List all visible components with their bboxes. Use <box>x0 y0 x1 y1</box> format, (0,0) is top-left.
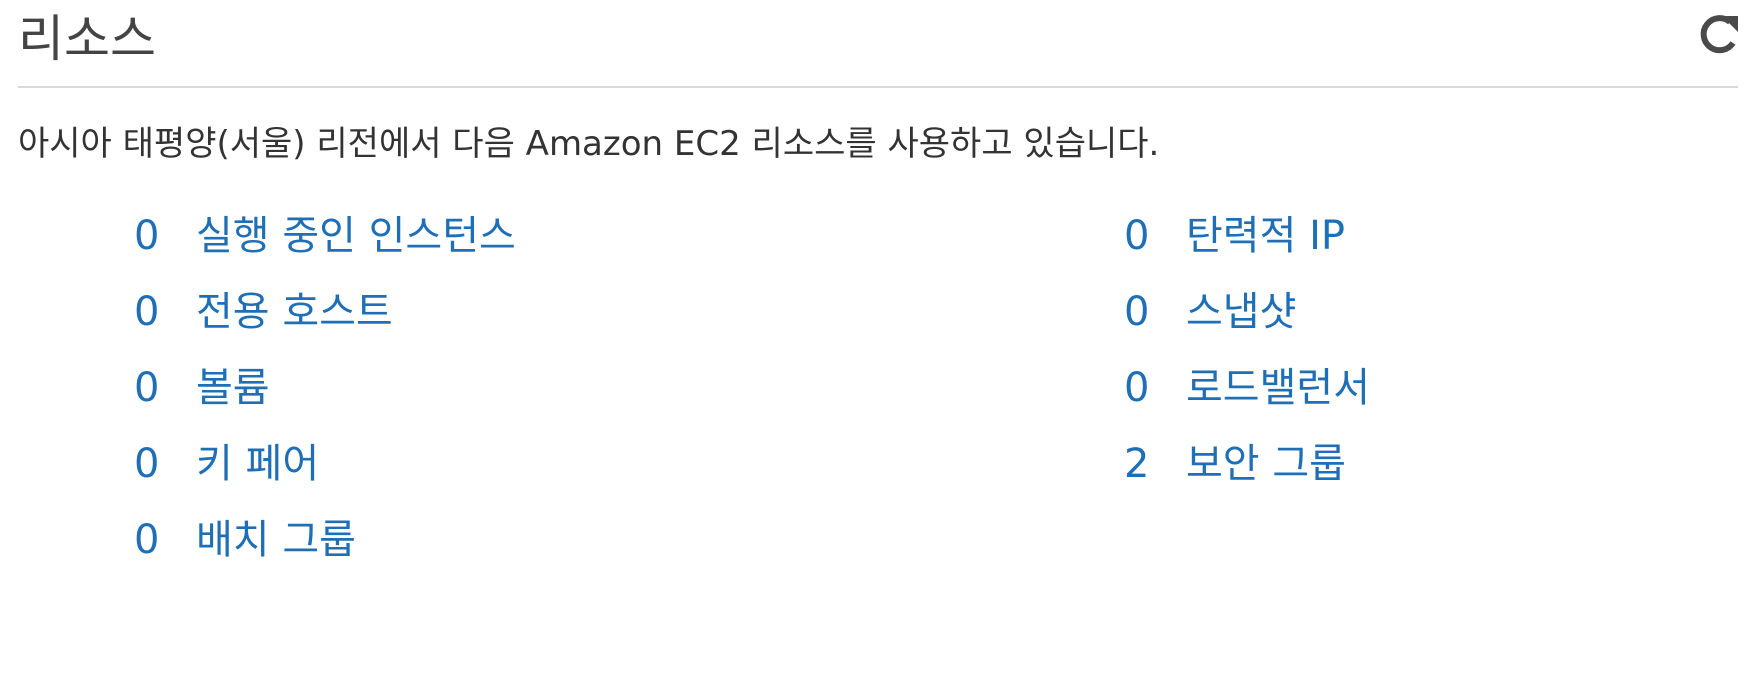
resource-link-placement-groups[interactable]: 0 배치 그룹 <box>114 515 516 591</box>
resource-label: 탄력적 IP <box>1186 213 1346 259</box>
resource-link-snapshots[interactable]: 0 스냅샷 <box>1104 287 1370 363</box>
resource-count: 0 <box>1124 213 1150 259</box>
resources-panel: 리소스 아시아 태평양(서울) 리전에서 다음 Amazon EC2 리소스를 … <box>18 0 1738 698</box>
resource-label: 실행 중인 인스턴스 <box>196 213 516 259</box>
resource-count: 0 <box>134 365 160 411</box>
resource-count: 0 <box>134 517 160 563</box>
resource-label: 스냅샷 <box>1186 289 1297 335</box>
resource-link-elastic-ips[interactable]: 0 탄력적 IP <box>1104 211 1370 287</box>
resource-link-security-groups[interactable]: 2 보안 그룹 <box>1104 439 1370 515</box>
refresh-icon <box>1700 15 1738 54</box>
resource-link-running-instances[interactable]: 0 실행 중인 인스턴스 <box>114 211 516 287</box>
resource-label: 키 페어 <box>196 441 320 487</box>
region-description: 아시아 태평양(서울) 리전에서 다음 Amazon EC2 리소스를 사용하고… <box>18 124 1160 164</box>
resource-count: 0 <box>1124 365 1150 411</box>
panel-title: 리소스 <box>18 10 156 68</box>
resource-count: 2 <box>1124 441 1150 487</box>
resource-label: 로드밸런서 <box>1186 365 1370 411</box>
resource-label: 전용 호스트 <box>196 289 393 335</box>
resource-count: 0 <box>134 441 160 487</box>
resource-count: 0 <box>134 289 160 335</box>
resource-label: 배치 그룹 <box>196 517 356 563</box>
resource-count: 0 <box>1124 289 1150 335</box>
resource-label: 보안 그룹 <box>1186 441 1346 487</box>
panel-header: 리소스 <box>18 0 1738 88</box>
resource-label: 볼륨 <box>196 365 270 411</box>
resource-list-left: 0 실행 중인 인스턴스 0 전용 호스트 0 볼륨 0 키 페어 0 배치 그… <box>114 211 516 591</box>
resource-link-key-pairs[interactable]: 0 키 페어 <box>114 439 516 515</box>
resource-link-volumes[interactable]: 0 볼륨 <box>114 363 516 439</box>
resource-link-dedicated-hosts[interactable]: 0 전용 호스트 <box>114 287 516 363</box>
resource-list-right: 0 탄력적 IP 0 스냅샷 0 로드밸런서 2 보안 그룹 <box>1104 211 1370 515</box>
refresh-button[interactable] <box>1694 10 1742 58</box>
resource-link-load-balancers[interactable]: 0 로드밸런서 <box>1104 363 1370 439</box>
resource-count: 0 <box>134 213 160 259</box>
